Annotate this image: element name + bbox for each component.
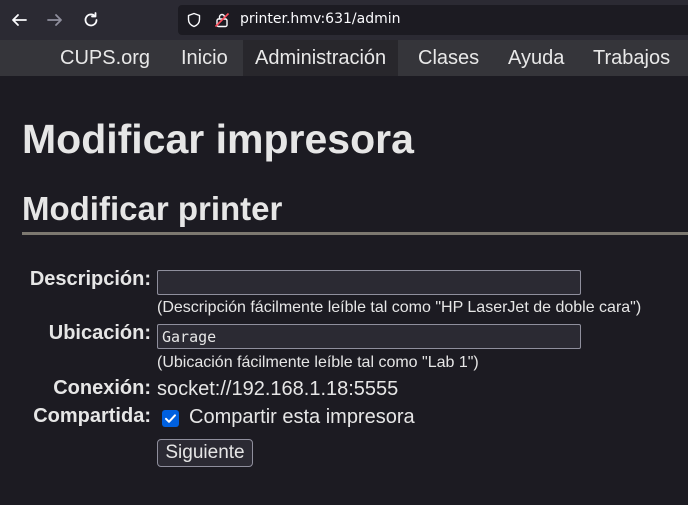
arrow-left-icon [12,14,27,26]
shared-label: Compartida: [33,405,151,427]
next-button[interactable]: Siguiente [157,439,253,467]
connection-value: socket://192.168.1.18:5555 [157,378,399,400]
nav-trabajos[interactable]: Trabajos [583,40,680,76]
description-hint: (Descripción fácilmente leíble tal como … [157,299,642,316]
nav-clases[interactable]: Clases [408,40,489,76]
connection-label: Conexión: [53,377,151,399]
url-text[interactable]: printer.hmv:631/admin [240,11,400,27]
cups-navbar: CUPS.org Inicio Administración Clases Ay… [0,40,688,76]
address-bar[interactable]: printer.hmv:631/admin [178,5,688,35]
reload-icon [84,12,98,27]
page-title: Modificar impresora [22,116,414,162]
description-input[interactable] [157,270,581,295]
main-content: Modificar impresora Modificar printer De… [0,76,688,505]
tracking-protection-icon[interactable] [186,12,202,32]
share-checkbox-label[interactable]: Compartir esta impresora [189,406,415,429]
nav-cups-org[interactable]: CUPS.org [50,40,160,76]
insecure-lock-icon[interactable] [214,12,230,32]
reload-button[interactable] [79,8,103,32]
location-label: Ubicación: [48,322,151,344]
nav-ayuda[interactable]: Ayuda [498,40,574,76]
browser-toolbar: printer.hmv:631/admin [0,0,688,40]
checkmark-icon [165,414,176,423]
location-input[interactable] [157,324,581,349]
page-subtitle: Modificar printer [22,190,283,227]
location-hint: (Ubicación fácilmente leíble tal como "L… [157,354,479,371]
share-checkbox[interactable] [162,410,179,427]
nav-administracion[interactable]: Administración [243,40,399,76]
description-label: Descripción: [29,268,151,290]
arrow-right-icon [47,14,62,26]
forward-button[interactable] [43,8,67,32]
heading-divider [22,232,688,235]
back-button[interactable] [7,8,31,32]
nav-inicio[interactable]: Inicio [171,40,238,76]
